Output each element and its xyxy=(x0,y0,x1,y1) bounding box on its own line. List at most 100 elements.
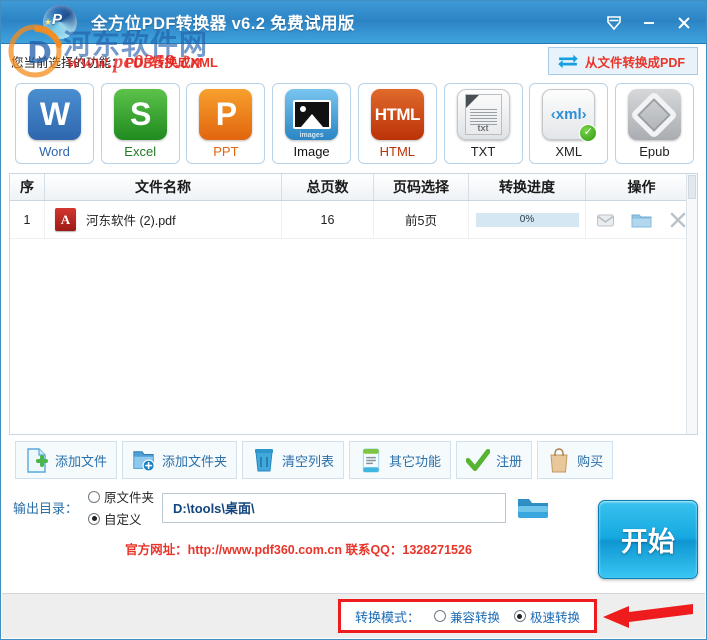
minimize-icon[interactable] xyxy=(632,7,665,39)
table-row[interactable]: 1 河东软件 (2).pdf 16 前5页 0% xyxy=(10,201,697,239)
epub-icon xyxy=(627,89,681,140)
output-path-input[interactable]: D:\tools\桌面\ xyxy=(162,492,507,523)
window-title: 全方位PDF转换器 v6.2 免费试用版 xyxy=(91,15,355,33)
start-button[interactable]: 开始 xyxy=(598,500,698,579)
close-icon[interactable] xyxy=(667,7,700,39)
conversion-mode-box: 转换模式： 兼容转换 极速转换 xyxy=(337,599,597,633)
logo-letter: P xyxy=(52,11,63,28)
remove-icon[interactable] xyxy=(668,210,688,230)
radio-dot xyxy=(433,610,446,622)
current-function-bar: 您当前选择的功能： PDF转换成XML 从文件转换成PDF xyxy=(1,44,706,79)
table-header-totalpages: 总页数 xyxy=(282,174,374,200)
table-body: 1 河东软件 (2).pdf 16 前5页 0% xyxy=(10,201,697,434)
convert-to-pdf-button[interactable]: 从文件转换成PDF xyxy=(548,47,698,75)
radio-dot xyxy=(88,490,101,503)
add-file-icon xyxy=(27,447,48,473)
radio-original-folder[interactable]: 原文件夹 xyxy=(88,487,154,506)
scrollbar-thumb[interactable] xyxy=(688,175,696,199)
clear-list-button[interactable]: 清空列表 xyxy=(242,441,345,479)
register-label: 注册 xyxy=(496,453,523,469)
format-label-txt: TXT xyxy=(470,144,496,159)
swap-arrows-icon xyxy=(558,54,578,69)
shopping-bag-icon xyxy=(550,447,568,472)
window-controls xyxy=(597,1,700,44)
buy-button[interactable]: 购买 xyxy=(537,441,614,479)
format-button-ppt[interactable]: P PPT xyxy=(186,83,266,164)
radio-dot xyxy=(88,512,101,525)
other-features-icon xyxy=(362,447,380,473)
format-label-word: Word xyxy=(39,144,70,159)
radio-fast-mode-label: 极速转换 xyxy=(529,610,580,625)
row-filename: 河东软件 (2).pdf xyxy=(86,214,176,228)
table-header-index: 序 xyxy=(10,174,45,200)
output-directory-label: 输出目录： xyxy=(13,501,79,516)
add-folder-label: 添加文件夹 xyxy=(162,453,228,469)
word-icon: W xyxy=(28,89,81,140)
row-operations-cell xyxy=(586,201,697,238)
table-header-row: 序 文件名称 总页数 页码选择 转换进度 操作 xyxy=(10,174,697,201)
radio-original-folder-label: 原文件夹 xyxy=(104,491,155,505)
other-features-label: 其它功能 xyxy=(389,453,442,469)
progress-bar: 0% xyxy=(475,212,579,227)
format-label-excel: Excel xyxy=(124,144,157,159)
folder-icon[interactable] xyxy=(631,211,652,229)
register-button[interactable]: 注册 xyxy=(456,441,533,479)
table-header-progress: 转换进度 xyxy=(469,174,586,200)
current-function-value: PDF转换成XML xyxy=(125,55,218,70)
excel-icon: S xyxy=(113,89,167,140)
buy-label: 购买 xyxy=(577,453,604,469)
red-arrow-annotation xyxy=(603,604,693,628)
table-header-operations: 操作 xyxy=(627,179,656,195)
format-label-xml: XML xyxy=(555,144,583,159)
pdf-file-icon xyxy=(55,208,76,231)
format-button-html[interactable]: HTML HTML xyxy=(357,83,437,164)
table-scrollbar[interactable] xyxy=(686,174,697,434)
clear-list-label: 清空列表 xyxy=(282,453,335,469)
format-button-epub[interactable]: Epub xyxy=(614,83,694,164)
file-list-table: 序 文件名称 总页数 页码选择 转换进度 操作 1 河东软件 (2).pdf 1… xyxy=(9,173,698,435)
ppt-icon: P xyxy=(199,89,253,140)
row-progress-cell: 0% xyxy=(469,201,586,238)
format-label-epub: Epub xyxy=(639,144,670,159)
txt-icon: txt xyxy=(456,89,510,140)
mail-icon[interactable] xyxy=(596,211,615,228)
format-selector-row: W Word S Excel P PPT images Image HTML H… xyxy=(1,79,706,170)
format-button-txt[interactable]: txt TXT xyxy=(443,83,523,164)
add-folder-button[interactable]: 添加文件夹 xyxy=(122,441,238,479)
check-icon xyxy=(466,448,491,471)
radio-custom-folder-label: 自定义 xyxy=(104,513,142,527)
txt-icon-caption: txt xyxy=(477,123,489,133)
add-file-label: 添加文件 xyxy=(55,453,108,469)
other-features-button[interactable]: 其它功能 xyxy=(349,441,452,479)
html-icon: HTML xyxy=(370,89,424,140)
radio-dot xyxy=(513,610,526,622)
format-button-excel[interactable]: S Excel xyxy=(100,83,180,164)
format-button-word[interactable]: W Word xyxy=(15,83,94,164)
output-mode-radio-group: 原文件夹 自定义 xyxy=(88,487,154,528)
row-index: 1 xyxy=(10,201,45,238)
radio-compatible-mode-label: 兼容转换 xyxy=(449,610,500,625)
collapse-icon[interactable] xyxy=(597,7,630,39)
format-label-image: Image xyxy=(293,144,330,159)
action-toolbar: 添加文件 添加文件夹 清空列表 其它功能 注册 购买 xyxy=(1,435,706,483)
radio-compatible-mode[interactable]: 兼容转换 xyxy=(433,607,500,626)
row-total-pages: 16 xyxy=(282,201,374,238)
convert-to-pdf-label: 从文件转换成PDF xyxy=(585,55,686,70)
format-button-xml[interactable]: ‹xml› ✓ XML xyxy=(529,83,609,164)
conversion-mode-label: 转换模式： xyxy=(354,609,420,625)
row-page-selection[interactable]: 前5页 xyxy=(374,201,469,238)
format-label-html: HTML xyxy=(379,144,415,159)
image-icon: images xyxy=(285,89,339,140)
selected-check-icon: ✓ xyxy=(579,124,598,142)
radio-fast-mode[interactable]: 极速转换 xyxy=(513,607,580,626)
app-logo: ★ P xyxy=(41,2,87,42)
application-window: ★ P 全方位PDF转换器 v6.2 免费试用版 您当前选择的功能： PDF转换… xyxy=(0,0,707,640)
radio-custom-folder[interactable]: 自定义 xyxy=(88,509,154,528)
table-header-pagerange: 页码选择 xyxy=(374,174,469,200)
xml-icon-caption: ‹xml› xyxy=(550,106,587,123)
trash-icon xyxy=(255,448,274,471)
format-button-image[interactable]: images Image xyxy=(272,83,352,164)
xml-icon: ‹xml› ✓ xyxy=(542,89,598,142)
folder-browse-icon[interactable] xyxy=(516,493,550,523)
add-file-button[interactable]: 添加文件 xyxy=(15,441,118,479)
